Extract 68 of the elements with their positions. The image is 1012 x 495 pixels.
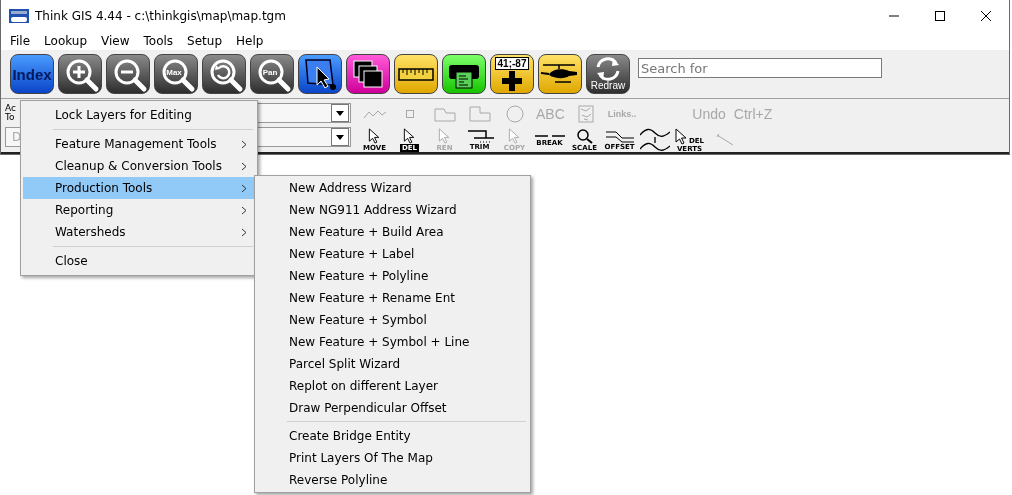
magnifier-icon (575, 128, 594, 144)
menu-item[interactable]: Draw Perpendicular Offset (257, 397, 528, 419)
app-logo-icon (9, 9, 29, 23)
offset-curves-icon (639, 128, 670, 152)
diagonal-line-icon (715, 133, 734, 147)
zoom-out-button[interactable] (106, 54, 150, 94)
menu-item[interactable]: Lookup (37, 32, 95, 50)
menu-item[interactable]: Feature Management Tools (23, 133, 255, 155)
cursor-icon (507, 128, 522, 144)
menu-item[interactable]: Reporting (23, 199, 255, 221)
menu-item[interactable]: New Feature + Symbol (257, 309, 528, 331)
menu-item[interactable]: New Address Wizard (257, 177, 528, 199)
menu-item[interactable]: Replot on different Layer (257, 375, 528, 397)
circle-icon (505, 105, 524, 123)
window-title: Think GIS 4.44 - c:\thinkgis\map\map.tgm (35, 9, 287, 23)
zoom-button[interactable]: Max (154, 54, 198, 94)
zoom-button[interactable]: Pan (250, 54, 294, 94)
dropdown-arrow-icon (336, 134, 344, 140)
ruler-icon (398, 67, 434, 81)
menu-item[interactable]: Reverse Polyline (257, 469, 528, 491)
square-icon (404, 109, 415, 119)
menu-item[interactable]: Watersheds (23, 221, 255, 243)
polyline-icon (362, 109, 387, 119)
zoom-in-button[interactable] (58, 54, 102, 94)
menu-item[interactable]: Help (229, 32, 271, 50)
menu-item[interactable]: Cleanup & Conversion Tools (23, 155, 255, 177)
menu-item[interactable]: Print Layers Of The Map (257, 447, 528, 469)
shape-icon (468, 106, 491, 122)
menu-item[interactable]: View (94, 32, 137, 50)
menu-item[interactable]: New NG911 Address Wizard (257, 199, 528, 221)
crosshair-icon (501, 69, 523, 92)
cursor-icon (402, 128, 417, 144)
menu-item[interactable]: Close (23, 250, 255, 272)
menu-item[interactable]: Tools (136, 32, 181, 50)
close-icon (981, 11, 991, 21)
dropdown-arrow-icon (336, 110, 344, 116)
helicopter-button[interactable] (538, 54, 582, 94)
trim-icon (465, 129, 494, 143)
offset-icon (605, 129, 634, 143)
cursor-icon (437, 128, 452, 144)
menu-item[interactable]: Parcel Split Wizard (257, 353, 528, 375)
offset-curves-button[interactable] (637, 128, 672, 152)
cursor-icon (674, 127, 689, 145)
layers-button[interactable] (346, 54, 390, 94)
menu-item[interactable]: New Feature + Polyline (257, 265, 528, 287)
folder-icon (433, 106, 456, 122)
measure-button[interactable] (394, 54, 438, 94)
menu-item[interactable]: New Feature + Label (257, 243, 528, 265)
helicopter-icon (541, 64, 579, 84)
cursor-icon (367, 128, 382, 144)
zoom-previous-button[interactable] (202, 54, 246, 94)
search-field[interactable]: Search for (638, 58, 882, 78)
print-button[interactable] (442, 54, 486, 94)
toolbar-label: Ac To (5, 104, 17, 122)
menu-item[interactable]: Production Tools (23, 177, 255, 199)
menu-item[interactable]: Setup (180, 32, 230, 50)
menu-item[interactable]: New Feature + Rename Ent (257, 287, 528, 309)
menu-item[interactable]: File (3, 32, 38, 50)
coordinates-button[interactable]: 41;-87 (490, 54, 534, 94)
maximize-icon (935, 11, 945, 21)
query-button[interactable] (298, 54, 342, 94)
redraw-button[interactable]: Redraw (586, 54, 630, 94)
break-icon (534, 133, 565, 139)
menu-item[interactable]: Create Bridge Entity (257, 425, 528, 447)
menu-item[interactable]: New Feature + Symbol + Line (257, 331, 528, 353)
menu-item[interactable]: New Feature + Build Area (257, 221, 528, 243)
menu-item[interactable]: Lock Layers for Editing (23, 104, 255, 126)
refresh-icon (595, 57, 621, 81)
